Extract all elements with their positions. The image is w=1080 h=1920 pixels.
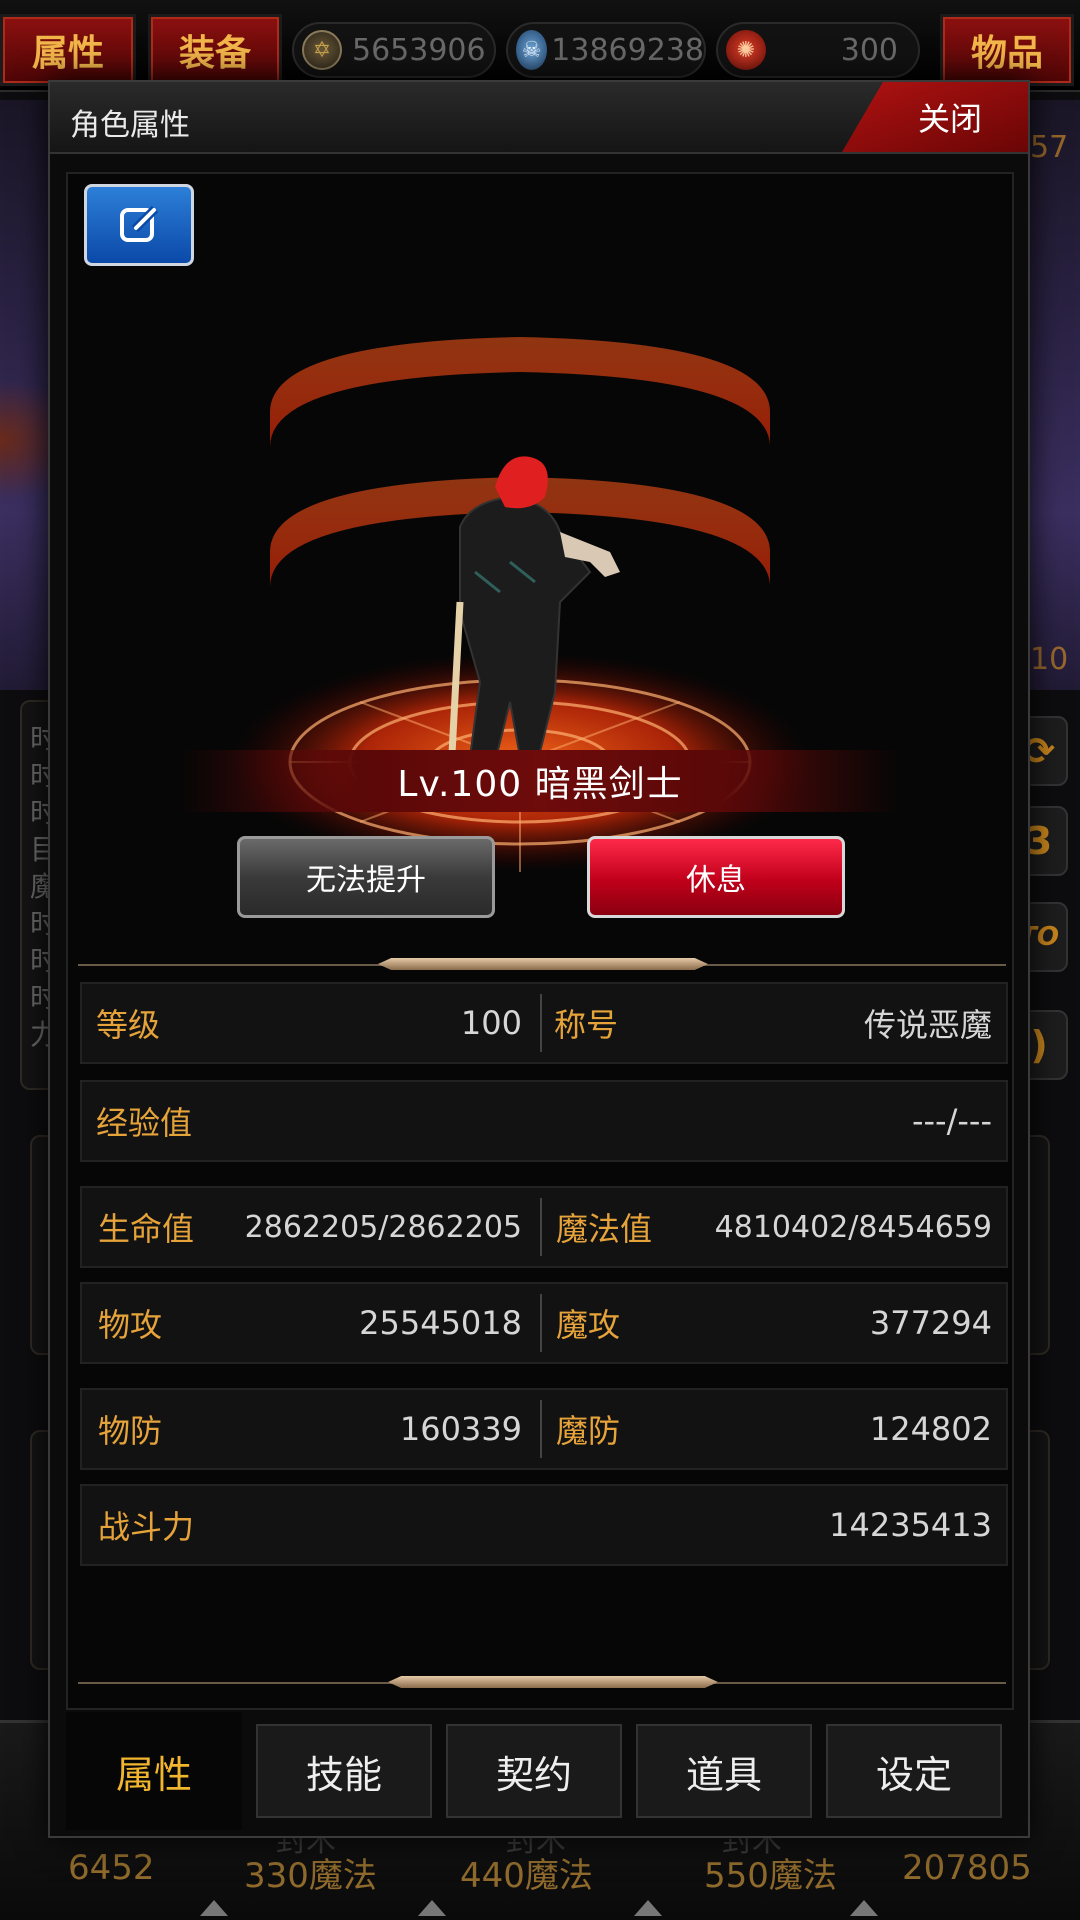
hp-value: 2862205/2862205 <box>244 1209 522 1245</box>
currency-skull: ☠ 13869238 <box>506 22 706 78</box>
bg-arrow-icon <box>200 1900 228 1916</box>
tab-attributes[interactable]: 属性 <box>66 1712 242 1830</box>
mp-label: 魔法值 <box>556 1210 653 1248</box>
mp-value: 4810402/8454659 <box>714 1209 992 1245</box>
title-label: 称号 <box>554 1006 619 1044</box>
level-label: 等级 <box>96 1006 161 1044</box>
magic-attack-value: 377294 <box>869 1304 992 1342</box>
bg-side-number-mid: 10 <box>1030 642 1069 677</box>
currency-gold: ✡ 5653906 <box>292 22 496 78</box>
skull-icon: ☠ <box>516 30 548 70</box>
bg-arrow-icon <box>418 1900 446 1916</box>
row-separator <box>540 1198 542 1256</box>
bg-bottom-value-5: 207805 <box>902 1848 1032 1888</box>
edit-name-button[interactable] <box>84 184 194 266</box>
rest-button[interactable]: 休息 <box>587 836 845 918</box>
tab-props[interactable]: 道具 <box>636 1724 812 1818</box>
currency-gem: ✺ 300 <box>716 22 920 78</box>
tab-contract[interactable]: 契约 <box>446 1724 622 1818</box>
bg-bottom-value-3: 440魔法 <box>460 1856 593 1896</box>
stats-row-hp-mp: 生命值 2862205/2862205 魔法值 4810402/8454659 <box>80 1186 1008 1268</box>
level-value: 100 <box>460 1004 522 1042</box>
physical-defense-label: 物防 <box>98 1412 163 1450</box>
red-gem-icon: ✺ <box>726 30 766 70</box>
tab-settings[interactable]: 设定 <box>826 1724 1002 1818</box>
character-attributes-dialog: 角色属性 关闭 Lv.100 暗黑剑士 无法提升 休息 等级 100 称号 传说… <box>48 80 1030 1838</box>
magic-defense-label: 魔防 <box>556 1412 621 1450</box>
combat-power-label: 战斗力 <box>98 1508 195 1546</box>
row-separator <box>540 1400 542 1458</box>
row-separator <box>540 994 542 1052</box>
title-value: 传说恶魔 <box>863 1006 992 1044</box>
top-tab-attributes[interactable]: 属性 <box>0 14 136 86</box>
exp-value: ---/--- <box>911 1102 992 1140</box>
physical-attack-label: 物攻 <box>98 1306 163 1344</box>
edit-icon <box>120 205 159 242</box>
top-tab-items[interactable]: 物品 <box>940 14 1074 86</box>
divider-top <box>78 958 1006 972</box>
stats-row-attack: 物攻 25545018 魔攻 377294 <box>80 1282 1008 1364</box>
gold-coin-icon: ✡ <box>302 30 342 70</box>
close-button[interactable]: 关闭 <box>842 82 1028 152</box>
tab-skills[interactable]: 技能 <box>256 1724 432 1818</box>
combat-power-value: 14235413 <box>829 1506 992 1544</box>
physical-defense-value: 160339 <box>399 1410 522 1448</box>
character-level-name: Lv.100 暗黑剑士 <box>180 750 900 812</box>
bg-bottom-value-4: 550魔法 <box>704 1856 837 1896</box>
dialog-title: 角色属性 <box>70 108 190 143</box>
currency-gem-value: 300 <box>840 32 898 68</box>
upgrade-button[interactable]: 无法提升 <box>237 836 495 918</box>
dialog-tab-bar: 属性 技能 契约 道具 设定 <box>66 1712 1014 1830</box>
exp-label: 经验值 <box>96 1104 193 1142</box>
bg-bottom-value-1: 6452 <box>68 1848 155 1888</box>
bg-side-number-top: 57 <box>1030 130 1069 165</box>
stats-row-level-title: 等级 100 称号 传说恶魔 <box>80 982 1008 1064</box>
top-bar: 属性 装备 ✡ 5653906 ☠ 13869238 ✺ 300 物品 <box>0 0 1080 92</box>
magic-attack-label: 魔攻 <box>556 1306 621 1344</box>
divider-bottom <box>78 1676 1006 1690</box>
row-separator <box>540 1294 542 1352</box>
bg-bottom-value-2: 330魔法 <box>244 1856 377 1896</box>
bg-arrow-icon <box>634 1900 662 1916</box>
physical-attack-value: 25545018 <box>359 1304 522 1342</box>
currency-gold-value: 5653906 <box>352 32 486 68</box>
currency-skull-value: 13869238 <box>551 32 704 68</box>
bg-arrow-icon <box>850 1900 878 1916</box>
dialog-header: 角色属性 关闭 <box>50 82 1028 154</box>
stats-row-power: 战斗力 14235413 <box>80 1484 1008 1566</box>
hp-label: 生命值 <box>98 1210 195 1248</box>
stats-row-exp: 经验值 ---/--- <box>80 1080 1008 1162</box>
magic-defense-value: 124802 <box>869 1410 992 1448</box>
top-tab-equipment[interactable]: 装备 <box>148 14 282 86</box>
stats-row-defense: 物防 160339 魔防 124802 <box>80 1388 1008 1470</box>
